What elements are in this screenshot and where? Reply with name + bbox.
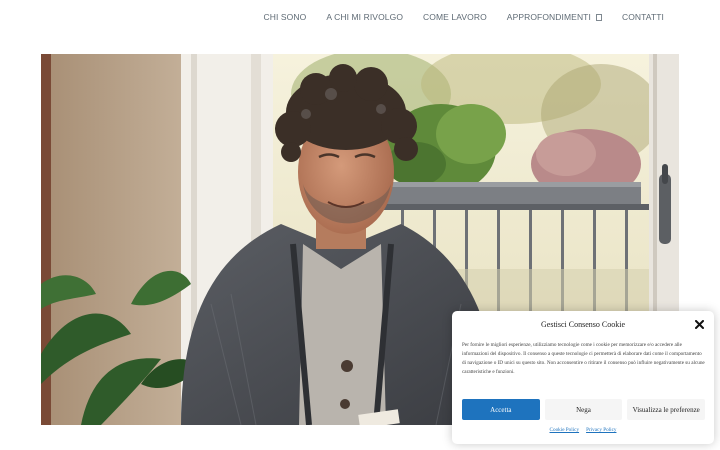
cookie-policy-link[interactable]: Cookie Policy [550, 427, 580, 433]
cookie-dialog-title: Gestisci Consenso Cookie [541, 320, 625, 329]
privacy-policy-link[interactable]: Privacy Policy [586, 427, 616, 433]
nav-item-label: COME LAVORO [423, 12, 487, 22]
accept-button[interactable]: Accetta [462, 399, 540, 420]
deny-button[interactable]: Nega [544, 399, 623, 420]
nav-item-chi-sono[interactable]: CHI SONO [263, 12, 306, 22]
view-preferences-button[interactable]: Visualizza le preferenze [627, 399, 706, 420]
nav-item-a-chi-mi-rivolgo[interactable]: A CHI MI RIVOLGO [326, 12, 403, 22]
nav-item-label: CONTATTI [621, 12, 664, 22]
main-nav: CHI SONO A CHI MI RIVOLGO COME LAVORO AP… [0, 0, 720, 34]
cookie-consent-dialog: Gestisci Consenso Cookie Per fornire le … [452, 311, 714, 444]
nav-item-label: A CHI MI RIVOLGO [326, 12, 404, 22]
cookie-policy-links: Cookie Policy Privacy Policy [452, 427, 714, 433]
nav-item-label: CHI SONO [263, 12, 307, 22]
cookie-dialog-text: Per fornire le migliori esperienze, util… [462, 342, 705, 376]
nav-item-approfondimenti[interactable]: APPROFONDIMENTI [507, 12, 602, 22]
nav-item-contatti[interactable]: CONTATTI [622, 12, 664, 22]
chevron-down-icon [596, 13, 602, 21]
nav-item-label: APPROFONDIMENTI [506, 12, 591, 22]
close-icon[interactable] [694, 319, 705, 330]
cookie-button-row: Accetta Nega Visualizza le preferenze [462, 399, 706, 420]
nav-item-come-lavoro[interactable]: COME LAVORO [423, 12, 487, 22]
